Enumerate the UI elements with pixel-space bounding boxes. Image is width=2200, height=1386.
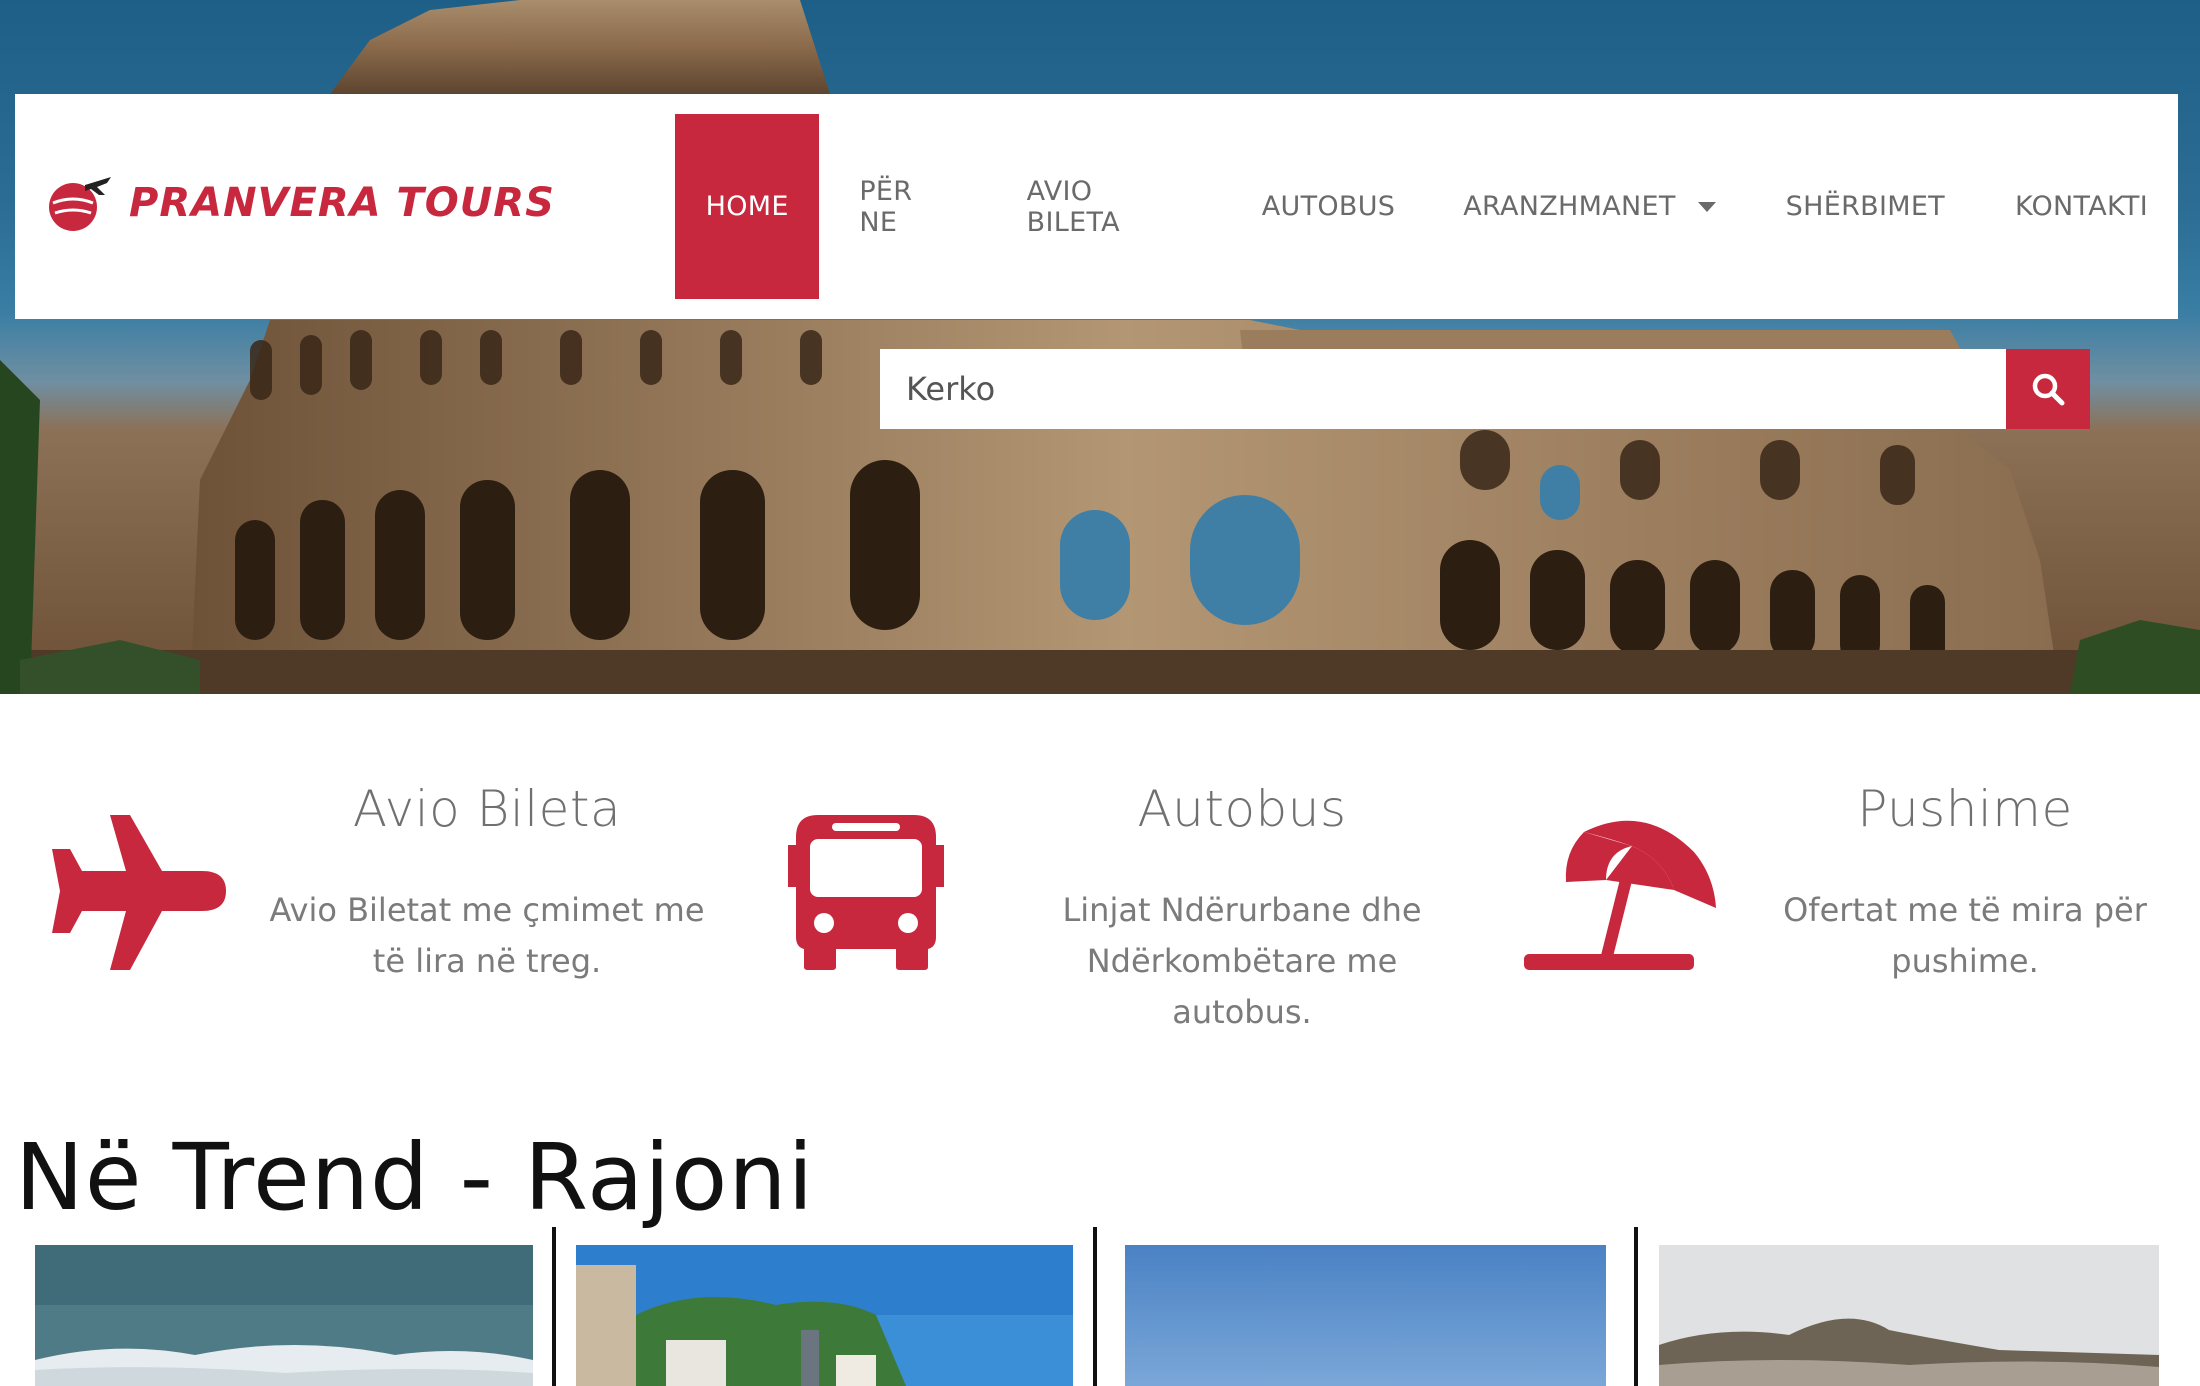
feature-title: Avio Bileta bbox=[352, 780, 622, 838]
site-header: PRANVERA TOURS HOME PËR NE AVIO BILETA A… bbox=[15, 94, 2178, 319]
nav-item-label: HOME bbox=[705, 191, 789, 222]
feature-autobus[interactable]: Autobus Linjat Ndërurbane dhe Ndërkombët… bbox=[760, 780, 1480, 1031]
trend-card[interactable] bbox=[576, 1245, 1073, 1386]
feature-desc-line: Ndërkombëtare me autobus. bbox=[1086, 942, 1398, 1031]
nav-item-label: PËR NE bbox=[859, 175, 913, 238]
search-bar bbox=[880, 349, 2090, 429]
nav-item-aranzhmanet[interactable]: ARANZHMANET bbox=[1425, 114, 1745, 299]
feature-desc-line: Ofertat me të mira për bbox=[1783, 891, 2147, 929]
nav-item-sherbimet[interactable]: SHËRBIMET bbox=[1746, 114, 1975, 299]
nav-item-per-ne[interactable]: PËR NE bbox=[829, 114, 988, 299]
feature-desc-line: të lira në treg. bbox=[372, 942, 602, 980]
site-logo[interactable]: PRANVERA TOURS bbox=[45, 168, 555, 238]
nav-item-kontakti[interactable]: KONTAKTI bbox=[1975, 114, 2178, 299]
umbrella-icon bbox=[1524, 820, 1716, 970]
airplane-icon bbox=[52, 815, 226, 970]
feature-title: Autobus bbox=[1137, 780, 1347, 838]
nav-item-label: AVIO BILETA bbox=[1026, 175, 1120, 238]
nav-item-label: SHËRBIMET bbox=[1785, 191, 1945, 222]
search-button[interactable] bbox=[2006, 349, 2090, 429]
feature-desc-line: Avio Biletat me çmimet me bbox=[269, 891, 705, 929]
trend-card[interactable] bbox=[1659, 1245, 2159, 1386]
search-input[interactable] bbox=[880, 349, 2006, 429]
feature-description: Linjat Ndërurbane dhe Ndërkombëtare me a… bbox=[1012, 885, 1472, 1038]
destination-image bbox=[35, 1245, 533, 1386]
feature-title: Pushime bbox=[1857, 780, 2073, 838]
feature-pushime[interactable]: Pushime Ofertat me të mira për pushime. bbox=[1500, 780, 2200, 1000]
card-divider bbox=[1634, 1227, 1638, 1386]
feature-avio-bileta[interactable]: Avio Bileta Avio Biletat me çmimet me të… bbox=[0, 780, 730, 1000]
bus-icon bbox=[788, 815, 944, 970]
feature-desc-line: Linjat Ndërurbane dhe bbox=[1062, 891, 1422, 929]
nav-item-label: AUTOBUS bbox=[1261, 191, 1396, 222]
brand-name: PRANVERA TOURS bbox=[129, 180, 555, 226]
feature-description: Avio Biletat me çmimet me të lira në tre… bbox=[257, 885, 717, 987]
card-divider bbox=[552, 1227, 556, 1386]
section-title: Në Trend - Rajoni bbox=[15, 1124, 815, 1231]
chevron-down-icon bbox=[1697, 201, 1716, 212]
feature-description: Ofertat me të mira për pushime. bbox=[1735, 885, 2195, 987]
main-nav: HOME PËR NE AVIO BILETA AUTOBUS ARANZHMA… bbox=[675, 114, 2178, 299]
nav-item-autobus[interactable]: AUTOBUS bbox=[1224, 114, 1426, 299]
nav-item-avio-bileta[interactable]: AVIO BILETA bbox=[989, 114, 1224, 299]
trend-card[interactable] bbox=[1125, 1245, 1606, 1386]
search-icon bbox=[2032, 373, 2065, 406]
nav-item-label: ARANZHMANET bbox=[1463, 191, 1676, 222]
trend-card[interactable] bbox=[35, 1245, 533, 1386]
feature-desc-line: pushime. bbox=[1891, 942, 2039, 980]
destination-image bbox=[1125, 1245, 1606, 1386]
nav-item-label: KONTAKTI bbox=[2014, 191, 2148, 222]
globe-plane-icon bbox=[49, 177, 111, 231]
nav-item-home[interactable]: HOME bbox=[675, 114, 820, 299]
card-divider bbox=[1093, 1227, 1097, 1386]
destination-image bbox=[1659, 1245, 2159, 1386]
destination-image bbox=[576, 1245, 1073, 1386]
